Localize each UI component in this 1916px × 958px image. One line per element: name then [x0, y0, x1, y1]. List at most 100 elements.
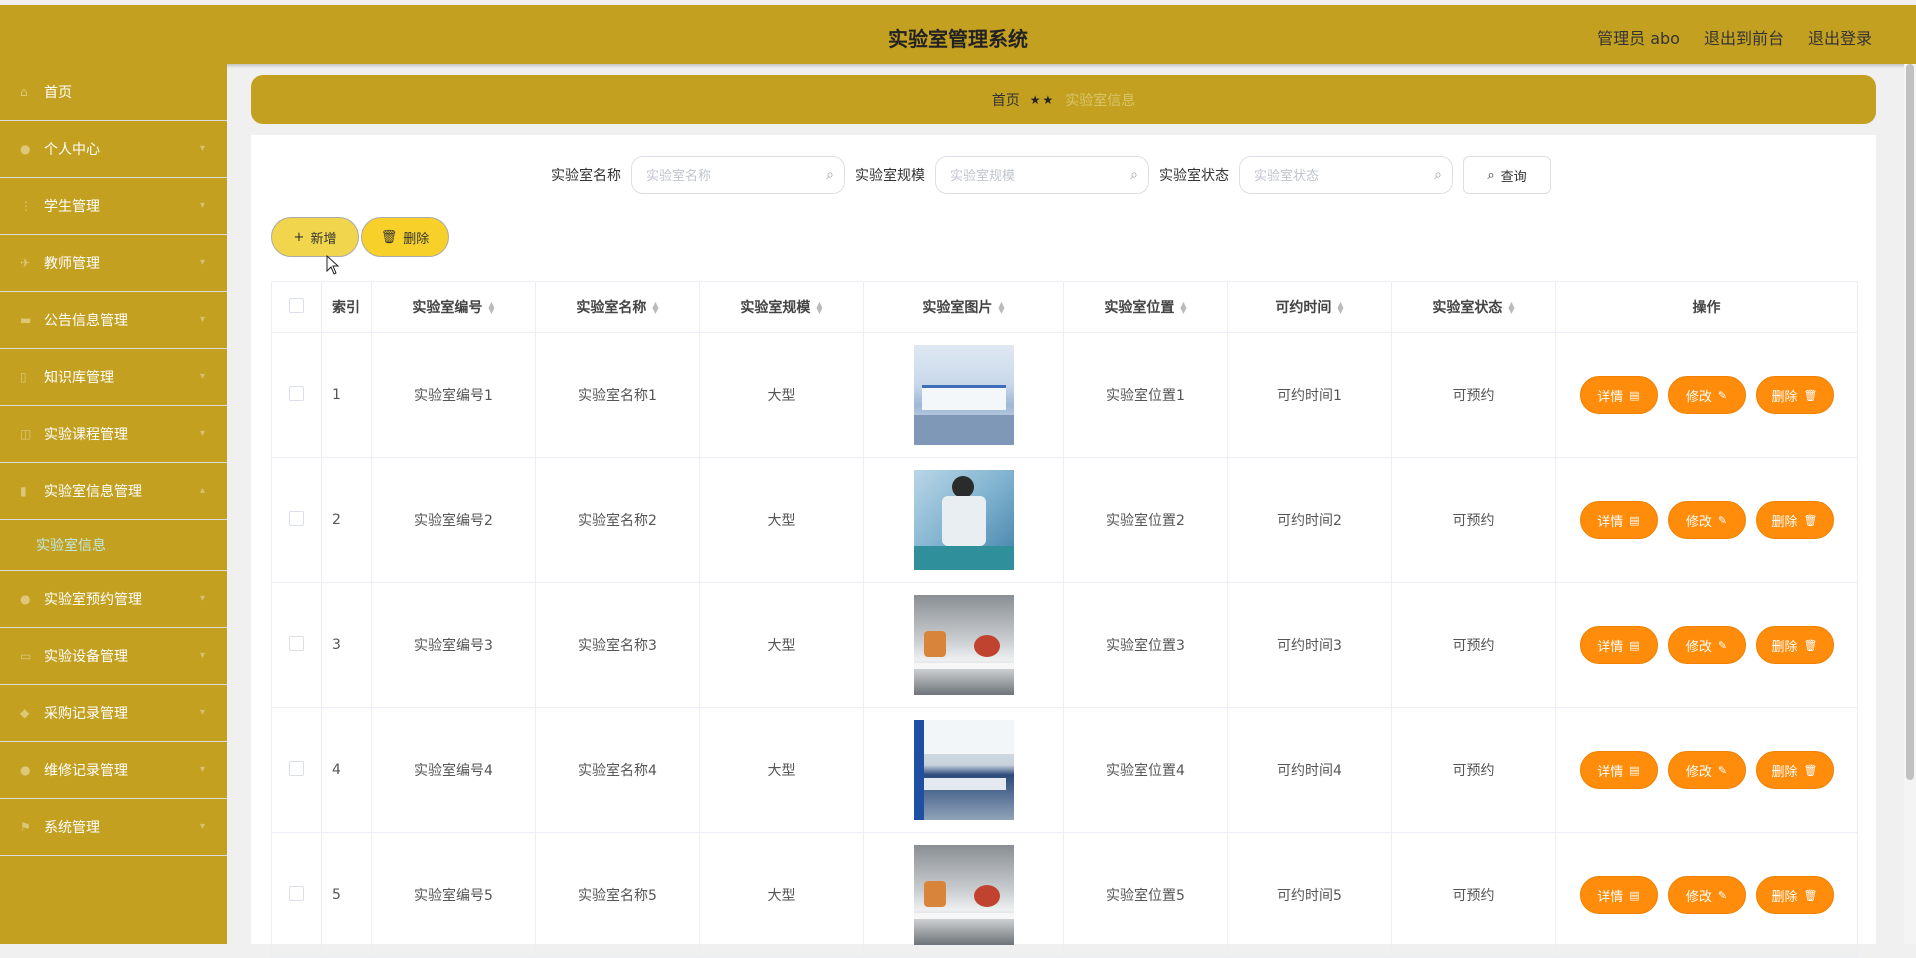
select-all-checkbox[interactable]	[289, 297, 304, 313]
col-header-label: 实验室图片	[922, 300, 993, 316]
sidebar-subitem-lab-info[interactable]: 实验室信息	[0, 520, 227, 570]
search-status-input[interactable]	[1240, 157, 1426, 195]
lab-image[interactable]	[913, 470, 1014, 570]
col-header-label: 实验室状态	[1432, 300, 1503, 316]
chevron-down-icon: ▾	[199, 707, 205, 718]
col-header-status[interactable]: 实验室状态 ▲ ▼	[1391, 281, 1556, 333]
search-name-input[interactable]	[632, 157, 818, 195]
scrollbar-thumb[interactable]	[1906, 64, 1914, 780]
student-icon: ⋮	[20, 199, 32, 213]
delete-button[interactable]: 删除 🗑	[1755, 501, 1834, 539]
detail-label: 详情	[1597, 639, 1624, 655]
edit-button[interactable]: 修改 ✎	[1667, 626, 1746, 664]
add-button[interactable]: + 新增	[271, 217, 359, 257]
sidebar-item-label: 知识库管理	[44, 370, 114, 386]
query-button[interactable]: ⌕ 查询	[1463, 156, 1551, 194]
cell-actions: 详情 ▤ 修改 ✎ 删除 🗑	[1555, 707, 1858, 833]
sidebar-item-home[interactable]: ⌂ 首页	[0, 64, 227, 121]
edit-button[interactable]: 修改 ✎	[1667, 501, 1746, 539]
cell-status: 可预约	[1391, 707, 1556, 833]
cell-location: 实验室位置1	[1063, 332, 1228, 458]
sidebar-item-label: 个人中心	[44, 142, 100, 158]
delete-button[interactable]: 删除 🗑	[1755, 751, 1834, 789]
detail-button[interactable]: 详情 ▤	[1579, 626, 1658, 664]
row-checkbox[interactable]	[289, 885, 304, 901]
sidebar-item-label: 实验设备管理	[44, 649, 128, 665]
row-checkbox[interactable]	[289, 760, 304, 776]
trash-icon: 🗑	[1803, 888, 1818, 902]
sidebar-item-profile[interactable]: ● 个人中心 ▾	[0, 121, 227, 178]
lab-image[interactable]	[913, 345, 1014, 445]
search-scale-input[interactable]	[936, 157, 1122, 195]
row-select-cell	[271, 457, 322, 583]
detail-button[interactable]: 详情 ▤	[1579, 751, 1658, 789]
col-header-name[interactable]: 实验室名称 ▲ ▼	[535, 281, 700, 333]
col-header-actions: 操作	[1555, 281, 1858, 333]
sidebar-item-knowledge[interactable]: ▯ 知识库管理 ▾	[0, 349, 227, 406]
sidebar-item-label: 实验课程管理	[44, 427, 128, 443]
col-header-time[interactable]: 可约时间 ▲ ▼	[1227, 281, 1392, 333]
edit-button[interactable]: 修改 ✎	[1667, 376, 1746, 414]
sidebar-item-notices[interactable]: ▬ 公告信息管理 ▾	[0, 292, 227, 349]
logout-link[interactable]: 退出登录	[1808, 25, 1872, 49]
sidebar-item-courses[interactable]: ◫ 实验课程管理 ▾	[0, 406, 227, 463]
sidebar-item-teachers[interactable]: ✈ 教师管理 ▾	[0, 235, 227, 292]
sidebar-item-devices[interactable]: ▭ 实验设备管理 ▾	[0, 628, 227, 685]
sidebar: ⌂ 首页 ● 个人中心 ▾ ⋮ 学生管理 ▾ ✈ 教师管理 ▾ ▬ 公告信息管理…	[0, 64, 227, 944]
cell-image	[863, 832, 1064, 958]
sidebar-item-purchases[interactable]: ◆ 采购记录管理 ▾	[0, 685, 227, 742]
sidebar-item-students[interactable]: ⋮ 学生管理 ▾	[0, 178, 227, 235]
col-header-code[interactable]: 实验室编号 ▲ ▼	[371, 281, 536, 333]
delete-button[interactable]: 删除 🗑	[1755, 626, 1834, 664]
trash-icon: 🗑	[1803, 638, 1818, 652]
chevron-down-icon: ▾	[199, 200, 205, 211]
delete-label: 删除	[1771, 389, 1798, 405]
row-checkbox[interactable]	[289, 635, 304, 651]
detail-button[interactable]: 详情 ▤	[1579, 876, 1658, 914]
to-front-link[interactable]: 退出到前台	[1704, 25, 1784, 49]
col-header-location[interactable]: 实验室位置 ▲ ▼	[1063, 281, 1228, 333]
col-header-scale[interactable]: 实验室规模 ▲ ▼	[699, 281, 864, 333]
batch-delete-button[interactable]: 🗑 删除	[361, 217, 449, 257]
cell-actions: 详情 ▤ 修改 ✎ 删除 🗑	[1555, 457, 1858, 583]
row-checkbox[interactable]	[289, 385, 304, 401]
search-icon: ⌕	[826, 167, 834, 183]
trash-icon: 🗑	[1803, 513, 1818, 527]
sidebar-item-system[interactable]: ⚑ 系统管理 ▾	[0, 799, 227, 856]
col-header-label: 实验室名称	[576, 300, 647, 316]
sort-icon: ▲ ▼	[816, 300, 823, 315]
cell-name: 实验室名称2	[535, 457, 700, 583]
cell-time: 可约时间2	[1227, 457, 1392, 583]
edit-button[interactable]: 修改 ✎	[1667, 876, 1746, 914]
chevron-down-icon: ▾	[199, 593, 205, 604]
sidebar-item-repairs[interactable]: ● 维修记录管理 ▾	[0, 742, 227, 799]
detail-label: 详情	[1597, 764, 1624, 780]
lab-image[interactable]	[913, 720, 1014, 820]
detail-button[interactable]: 详情 ▤	[1579, 501, 1658, 539]
pencil-icon: ✎	[1717, 888, 1728, 902]
delete-button[interactable]: 删除 🗑	[1755, 876, 1834, 914]
chevron-down-icon: ▾	[199, 314, 205, 325]
breadcrumb: 首页 ★★ 实验室信息	[251, 75, 1876, 124]
purchase-icon: ◆	[20, 706, 30, 720]
sidebar-item-reservations[interactable]: ● 实验室预约管理 ▾	[0, 571, 227, 628]
sidebar-item-label: 实验室预约管理	[44, 592, 142, 608]
page-scrollbar[interactable]	[1904, 64, 1916, 944]
sort-icon: ▲ ▼	[1180, 300, 1187, 315]
detail-button[interactable]: 详情 ▤	[1579, 376, 1658, 414]
trash-icon: 🗑	[1803, 763, 1818, 777]
breadcrumb-current: 实验室信息	[1065, 92, 1136, 109]
delete-button[interactable]: 删除 🗑	[1755, 376, 1834, 414]
pencil-icon: ✎	[1717, 388, 1728, 402]
row-checkbox[interactable]	[289, 510, 304, 526]
breadcrumb-home[interactable]: 首页	[992, 90, 1020, 110]
lab-image[interactable]	[913, 595, 1014, 695]
lab-image[interactable]	[913, 845, 1014, 945]
cell-code: 实验室编号2	[371, 457, 536, 583]
edit-button[interactable]: 修改 ✎	[1667, 751, 1746, 789]
col-header-image[interactable]: 实验室图片 ▲ ▼	[863, 281, 1064, 333]
delete-label: 删除	[1771, 514, 1798, 530]
sort-icon: ▲ ▼	[1337, 300, 1344, 315]
delete-label: 删除	[1771, 639, 1798, 655]
sidebar-item-lab-info[interactable]: ▮ 实验室信息管理 ▴	[0, 463, 227, 520]
